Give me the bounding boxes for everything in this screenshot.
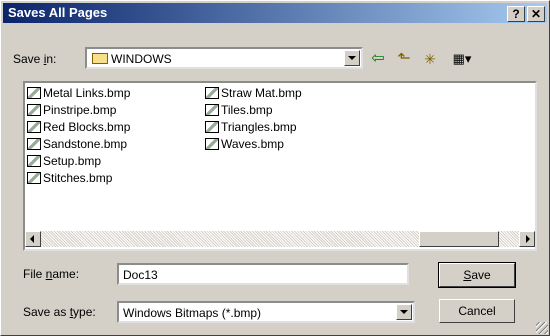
save-in-value: WINDOWS [111,52,172,66]
file-item[interactable]: Setup.bmp [27,153,101,170]
scroll-right-button[interactable] [519,231,535,247]
save-as-type-value: Windows Bitmaps (*.bmp) [123,306,262,320]
save-as-type-combo[interactable]: Windows Bitmaps (*.bmp) [117,301,415,323]
arrow-left-icon [30,235,34,243]
dialog-title: Saves All Pages [8,5,108,20]
file-item[interactable]: Tiles.bmp [205,102,273,119]
file-item[interactable]: Sandstone.bmp [27,136,127,153]
scroll-thumb[interactable] [419,231,499,247]
bitmap-file-icon [27,104,41,116]
file-item[interactable]: Waves.bmp [205,136,284,153]
file-name-input[interactable]: Doc13 [117,263,409,285]
file-item[interactable]: Red Blocks.bmp [27,119,130,136]
save-as-type-dropdown-button[interactable] [396,304,412,320]
horizontal-scrollbar[interactable] [23,229,537,249]
folder-icon [92,53,108,64]
up-folder-icon[interactable]: ⬑ [393,49,415,69]
file-list: Metal Links.bmp Pinstripe.bmp Red Blocks… [23,81,537,251]
close-button[interactable]: ✕ [527,6,545,22]
new-folder-icon[interactable]: ✳ [419,49,441,69]
file-item[interactable]: Metal Links.bmp [27,85,130,102]
file-item[interactable]: Stitches.bmp [27,170,112,187]
bitmap-file-icon [205,104,219,116]
bitmap-file-icon [205,121,219,133]
bitmap-file-icon [27,87,41,99]
file-name-value: Doc13 [123,268,158,282]
file-name-label: File name: [23,267,80,281]
save-in-dropdown-button[interactable] [344,50,360,66]
file-item[interactable]: Straw Mat.bmp [205,85,302,102]
back-icon[interactable]: ⇦ [367,49,389,69]
bitmap-file-icon [205,138,219,150]
resize-grip[interactable] [536,322,548,334]
arrow-right-icon [526,235,530,243]
title-bar: Saves All Pages ? ✕ [3,3,547,23]
views-menu-icon[interactable]: ▦▾ [447,49,477,69]
save-button[interactable]: Save [438,262,516,288]
file-item[interactable]: Pinstripe.bmp [27,102,116,119]
scroll-left-button[interactable] [25,231,41,247]
file-item[interactable]: Triangles.bmp [205,119,297,136]
bitmap-file-icon [27,155,41,167]
save-dialog: Saves All Pages ? ✕ Save in: WINDOWS ⇦ ⬑… [0,0,550,336]
bitmap-file-icon [27,121,41,133]
bitmap-file-icon [27,172,41,184]
save-as-type-label: Save as type: [23,305,96,319]
save-in-label: Save in: [13,52,57,66]
cancel-button[interactable]: Cancel [439,299,515,323]
bitmap-file-icon [27,138,41,150]
bitmap-file-icon [205,87,219,99]
help-button[interactable]: ? [507,6,525,22]
save-in-combo[interactable]: WINDOWS [85,47,363,69]
